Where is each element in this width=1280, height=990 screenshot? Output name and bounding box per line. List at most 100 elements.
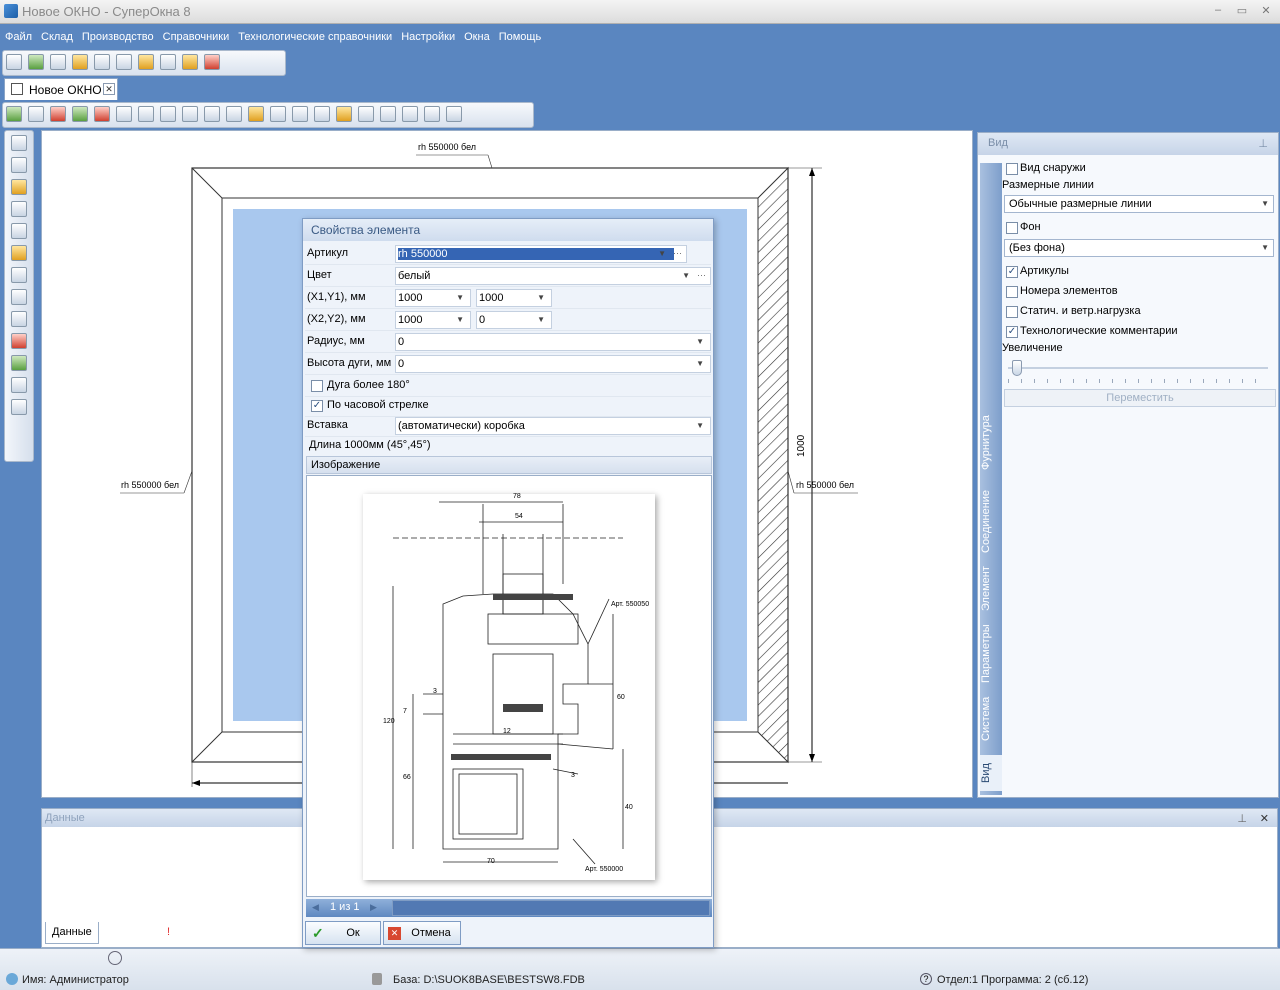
next-page-icon[interactable]: ▶ [370, 902, 377, 913]
traffic-icon[interactable] [72, 54, 88, 70]
ok-button[interactable]: ✓ Ок [305, 921, 381, 945]
house-icon[interactable] [336, 106, 352, 122]
save-icon[interactable] [11, 135, 27, 151]
image-icon[interactable] [204, 54, 220, 70]
open-icon[interactable] [28, 54, 44, 70]
chevron-down-icon[interactable]: ▼ [658, 249, 666, 258]
tab-new-window[interactable]: Новое ОКНО ✕ [4, 78, 118, 100]
report-icon[interactable] [160, 54, 176, 70]
calc-icon[interactable] [94, 54, 110, 70]
grid-icon[interactable] [270, 106, 286, 122]
close-button[interactable]: ✕ [1258, 4, 1274, 18]
browse-icon[interactable]: ··· [673, 248, 682, 258]
side-tab-view[interactable]: Вид [980, 755, 1002, 791]
radius-field[interactable]: 0 ▼ [395, 333, 711, 351]
prev-page-icon[interactable]: ◀ [312, 902, 319, 913]
side-tab-parameters[interactable]: Параметры [980, 619, 1002, 689]
side-tab-hardware[interactable]: Фурнитура [980, 403, 1002, 483]
remove-icon[interactable] [94, 106, 110, 122]
doc-icon[interactable] [358, 106, 374, 122]
move-icon[interactable] [11, 245, 27, 261]
add-frame-icon[interactable] [6, 106, 22, 122]
chevron-down-icon[interactable]: ▼ [537, 293, 545, 302]
paint-icon[interactable] [11, 333, 27, 349]
column-icon[interactable] [226, 106, 242, 122]
side-tab-connection[interactable]: Соединение [980, 483, 1002, 559]
sync-icon[interactable] [108, 951, 122, 965]
maximize-button[interactable]: ▭ [1234, 4, 1250, 18]
chevron-down-icon[interactable]: ▼ [456, 315, 464, 324]
tab-changes[interactable]: Изменения [97, 922, 166, 944]
table-icon[interactable] [402, 106, 418, 122]
zoom-slider-track[interactable] [1008, 367, 1268, 369]
element-icon[interactable] [28, 106, 44, 122]
arc-over-checkbox[interactable] [311, 380, 323, 392]
pager-scrollbar[interactable] [392, 900, 710, 916]
notes-icon[interactable] [11, 399, 27, 415]
glass-icon[interactable] [116, 106, 132, 122]
chevron-down-icon[interactable]: ▼ [537, 315, 545, 324]
menu-production[interactable]: Производство [77, 26, 158, 48]
undo-icon[interactable] [11, 267, 27, 283]
x1-field[interactable]: 1000 ▼ [395, 289, 471, 307]
list-icon[interactable] [424, 106, 440, 122]
layout-icon[interactable] [11, 223, 27, 239]
pin-icon[interactable]: ⊥ [1258, 137, 1268, 150]
close-icon[interactable]: ✕ [1260, 812, 1269, 825]
zoom-icon[interactable] [11, 311, 27, 327]
outside-view-checkbox[interactable] [1006, 163, 1018, 175]
tab-data[interactable]: Данные [45, 922, 99, 944]
tools-icon[interactable] [182, 54, 198, 70]
background-select[interactable]: (Без фона) ▼ [1004, 239, 1274, 257]
article-field[interactable]: rh 550000 ▼ ··· [395, 245, 687, 263]
page-icon[interactable] [11, 377, 27, 393]
menu-warehouse[interactable]: Склад [36, 26, 77, 48]
chevron-down-icon[interactable]: ▼ [682, 271, 690, 280]
menu-file[interactable]: Файл [0, 26, 36, 48]
element-numbers-checkbox[interactable] [1006, 286, 1018, 298]
move-button[interactable]: Переместить [1004, 389, 1276, 407]
chevron-down-icon[interactable]: ▼ [456, 293, 464, 302]
redo-icon[interactable] [11, 289, 27, 305]
copy-icon[interactable] [116, 54, 132, 70]
clockwise-checkbox[interactable]: ✓ [311, 400, 323, 412]
chevron-down-icon[interactable]: ▼ [696, 337, 704, 346]
arc-height-field[interactable]: 0 ▼ [395, 355, 711, 373]
sash-icon[interactable] [138, 106, 154, 122]
y2-field[interactable]: 0 ▼ [476, 311, 552, 329]
menu-tech-references[interactable]: Технологические справочники [233, 26, 396, 48]
mirror-icon[interactable] [204, 106, 220, 122]
export-icon[interactable] [138, 54, 154, 70]
tech-comments-checkbox[interactable]: ✓ [1006, 326, 1018, 338]
color-field[interactable]: белый ▼ ··· [395, 267, 711, 285]
picture-icon[interactable] [11, 355, 27, 371]
pin-icon[interactable]: ⊥ [1237, 812, 1247, 825]
arch-icon[interactable] [292, 106, 308, 122]
menu-references[interactable]: Справочники [158, 26, 234, 48]
doc-list-icon[interactable] [11, 201, 27, 217]
side-tab-system[interactable]: Система [980, 689, 1002, 749]
impost-icon[interactable] [160, 106, 176, 122]
print-icon[interactable] [50, 54, 66, 70]
menu-settings[interactable]: Настройки [396, 26, 459, 48]
articles-checkbox[interactable]: ✓ [1006, 266, 1018, 278]
menu-windows[interactable]: Окна [459, 26, 494, 48]
split-icon[interactable] [182, 106, 198, 122]
insert-icon[interactable] [72, 106, 88, 122]
new-icon[interactable] [6, 54, 22, 70]
calc-doc-icon[interactable] [380, 106, 396, 122]
side-tab-element[interactable]: Элемент [980, 559, 1002, 619]
background-checkbox[interactable] [1006, 222, 1018, 234]
tab-close-icon[interactable]: ✕ [103, 83, 115, 95]
round-icon[interactable] [314, 106, 330, 122]
zoom-slider-thumb[interactable] [1012, 360, 1022, 376]
edit-icon[interactable] [248, 106, 264, 122]
refresh-icon[interactable] [11, 157, 27, 173]
chevron-down-icon[interactable]: ▼ [696, 421, 704, 430]
insert-field[interactable]: (автоматически) коробка ▼ [395, 417, 711, 435]
cancel-button[interactable]: ✕ Отмена [383, 921, 461, 945]
edit-doc-icon[interactable] [11, 179, 27, 195]
delete-icon[interactable] [50, 106, 66, 122]
options-icon[interactable] [446, 106, 462, 122]
menu-help[interactable]: Помощь [494, 26, 546, 48]
